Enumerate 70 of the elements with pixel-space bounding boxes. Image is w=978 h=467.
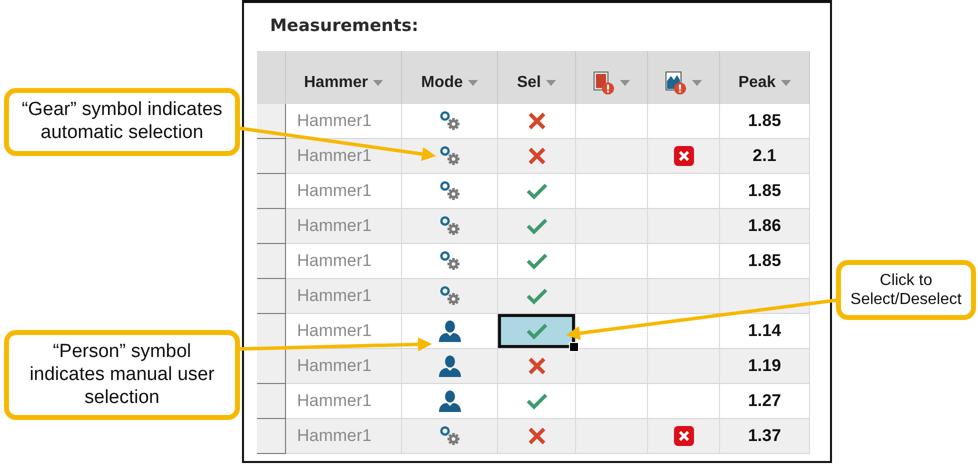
column-header[interactable]: Mode [402, 51, 498, 104]
caret-icon[interactable] [692, 80, 702, 86]
check-icon [526, 392, 548, 410]
row-header[interactable] [257, 139, 286, 174]
column-header[interactable]: Sel [498, 51, 576, 104]
table-cell: 2.1 [720, 139, 810, 174]
gear-icon [438, 425, 460, 447]
table-cell: 1.85 [720, 174, 810, 209]
gear-icon [438, 180, 460, 202]
row-header[interactable] [257, 384, 286, 419]
gear-icon [438, 285, 460, 307]
row-header[interactable] [257, 349, 286, 384]
gear-icon [438, 110, 460, 132]
check-icon [526, 182, 548, 200]
table-cell: Hammer1 [286, 279, 402, 314]
table-cell: Hammer1 [286, 244, 402, 279]
row-header[interactable] [257, 244, 286, 279]
check-icon [526, 287, 548, 305]
row-header[interactable] [257, 209, 286, 244]
table-cell: 1.37 [720, 419, 810, 454]
column-header[interactable] [576, 51, 648, 104]
table-cell: 1.86 [720, 209, 810, 244]
caret-icon[interactable] [468, 80, 478, 86]
row-header[interactable] [257, 174, 286, 209]
table-cell: Hammer1 [286, 419, 402, 454]
table-cell: 1.85 [720, 104, 810, 139]
error-icon [674, 146, 694, 166]
gear-icon [438, 215, 460, 237]
cross-icon [528, 357, 546, 375]
person-icon [438, 390, 462, 412]
person-icon [438, 355, 462, 377]
column-header[interactable] [648, 51, 720, 104]
table-cell: Hammer1 [286, 104, 402, 139]
row-header[interactable] [257, 279, 286, 314]
cross-icon [528, 112, 546, 130]
row-header-corner [257, 51, 286, 104]
error-icon [674, 426, 694, 446]
fill-handle[interactable] [569, 342, 579, 352]
row-header[interactable] [257, 314, 286, 349]
chart-alert-icon[interactable] [665, 70, 687, 94]
table-cell: Hammer1 [286, 384, 402, 419]
caret-icon[interactable] [780, 80, 791, 86]
row-header[interactable] [257, 419, 286, 454]
caret-icon[interactable] [373, 80, 384, 86]
table-cell: 1.85 [720, 244, 810, 279]
check-icon [526, 322, 548, 340]
table-cell: 1.19 [720, 349, 810, 384]
column-header[interactable]: Hammer [286, 51, 402, 104]
callout: “Person” symbol indicates manual user selection [4, 330, 240, 420]
row-header[interactable] [257, 104, 286, 139]
gear-icon [438, 250, 460, 272]
column-header[interactable]: Peak [720, 51, 810, 104]
table-cell: 1.27 [720, 384, 810, 419]
cross-icon [528, 427, 546, 445]
table-cell: Hammer1 [286, 139, 402, 174]
table-cell: Hammer1 [286, 209, 402, 244]
table-cell: Hammer1 [286, 349, 402, 384]
check-icon [526, 217, 548, 235]
callout: Click to Select/Deselect [836, 260, 976, 320]
callout: “Gear” symbol indicates automatic selection [4, 88, 240, 156]
person-icon [438, 320, 462, 342]
caret-icon[interactable] [546, 80, 556, 86]
gear-icon [438, 145, 460, 167]
caret-icon[interactable] [620, 80, 630, 86]
cross-icon [528, 147, 546, 165]
table-cell: 1.14 [720, 314, 810, 349]
check-icon [526, 252, 548, 270]
document-alert-icon[interactable] [593, 70, 615, 94]
panel-title: Measurements: [269, 15, 420, 38]
table-cell: Hammer1 [286, 174, 402, 209]
